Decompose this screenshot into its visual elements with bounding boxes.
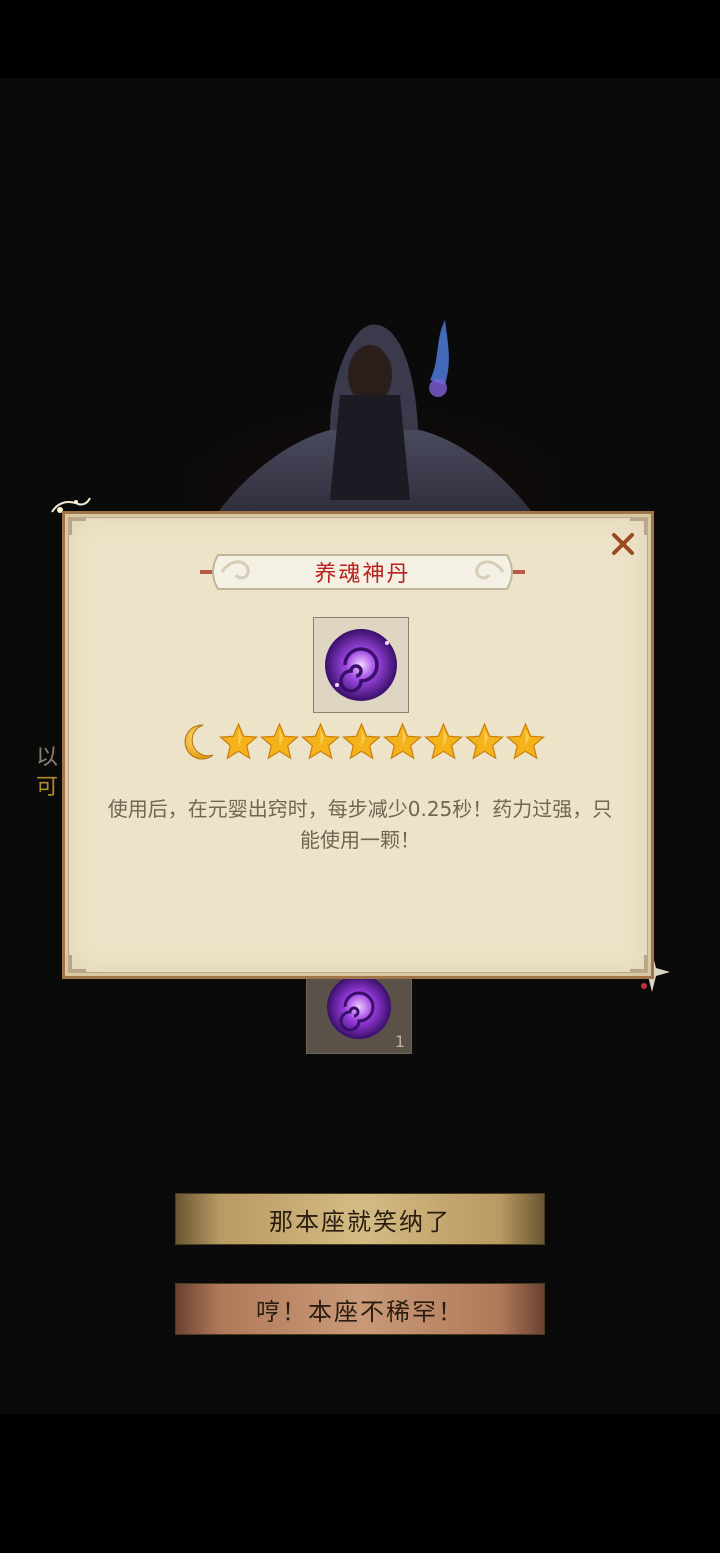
panel-corner: [69, 955, 86, 972]
item-rating: [177, 720, 547, 764]
star-rating-icon: [218, 722, 259, 760]
moon-rating-icon: [184, 724, 214, 760]
star-rating-icon: [300, 722, 341, 760]
star-rating-icon: [423, 722, 464, 760]
reward-item-slot[interactable]: 1: [306, 970, 412, 1054]
star-rating-icon: [341, 722, 382, 760]
star-rating-icon: [505, 722, 546, 760]
star-rating-icon: [464, 722, 505, 760]
panel-corner: [69, 518, 86, 535]
decline-button[interactable]: 哼！本座不稀罕！: [175, 1283, 545, 1335]
item-info-popup: 养魂神丹 使用后，在元婴出窍时，每步减少0.25秒！药力过强，只能使用一颗！: [62, 511, 654, 979]
accept-button[interactable]: 那本座就笑纳了: [175, 1193, 545, 1245]
item-description: 使用后，在元婴出窍时，每步减少0.25秒！药力过强，只能使用一颗！: [107, 797, 613, 852]
star-rating-icon: [259, 722, 300, 760]
panel-corner: [630, 955, 647, 972]
star-rating-icon: [382, 722, 423, 760]
close-icon: [612, 533, 634, 555]
item-icon-frame: [313, 617, 409, 713]
title-banner: 养魂神丹: [200, 551, 525, 593]
game-screen: 以 可 1 那本座就笑纳了 哼！本座不稀罕！ 养魂神丹 使用后，在元婴出窍时，每…: [0, 0, 720, 1553]
close-button[interactable]: [608, 529, 638, 559]
purple-soul-pill-icon: [325, 629, 397, 701]
background-text-line-1: 以: [36, 745, 59, 770]
background-text-line-2: 可: [36, 775, 59, 800]
item-title: 养魂神丹: [314, 562, 411, 587]
purple-soul-pill-icon: [327, 975, 391, 1039]
reward-count: 1: [394, 1032, 405, 1051]
